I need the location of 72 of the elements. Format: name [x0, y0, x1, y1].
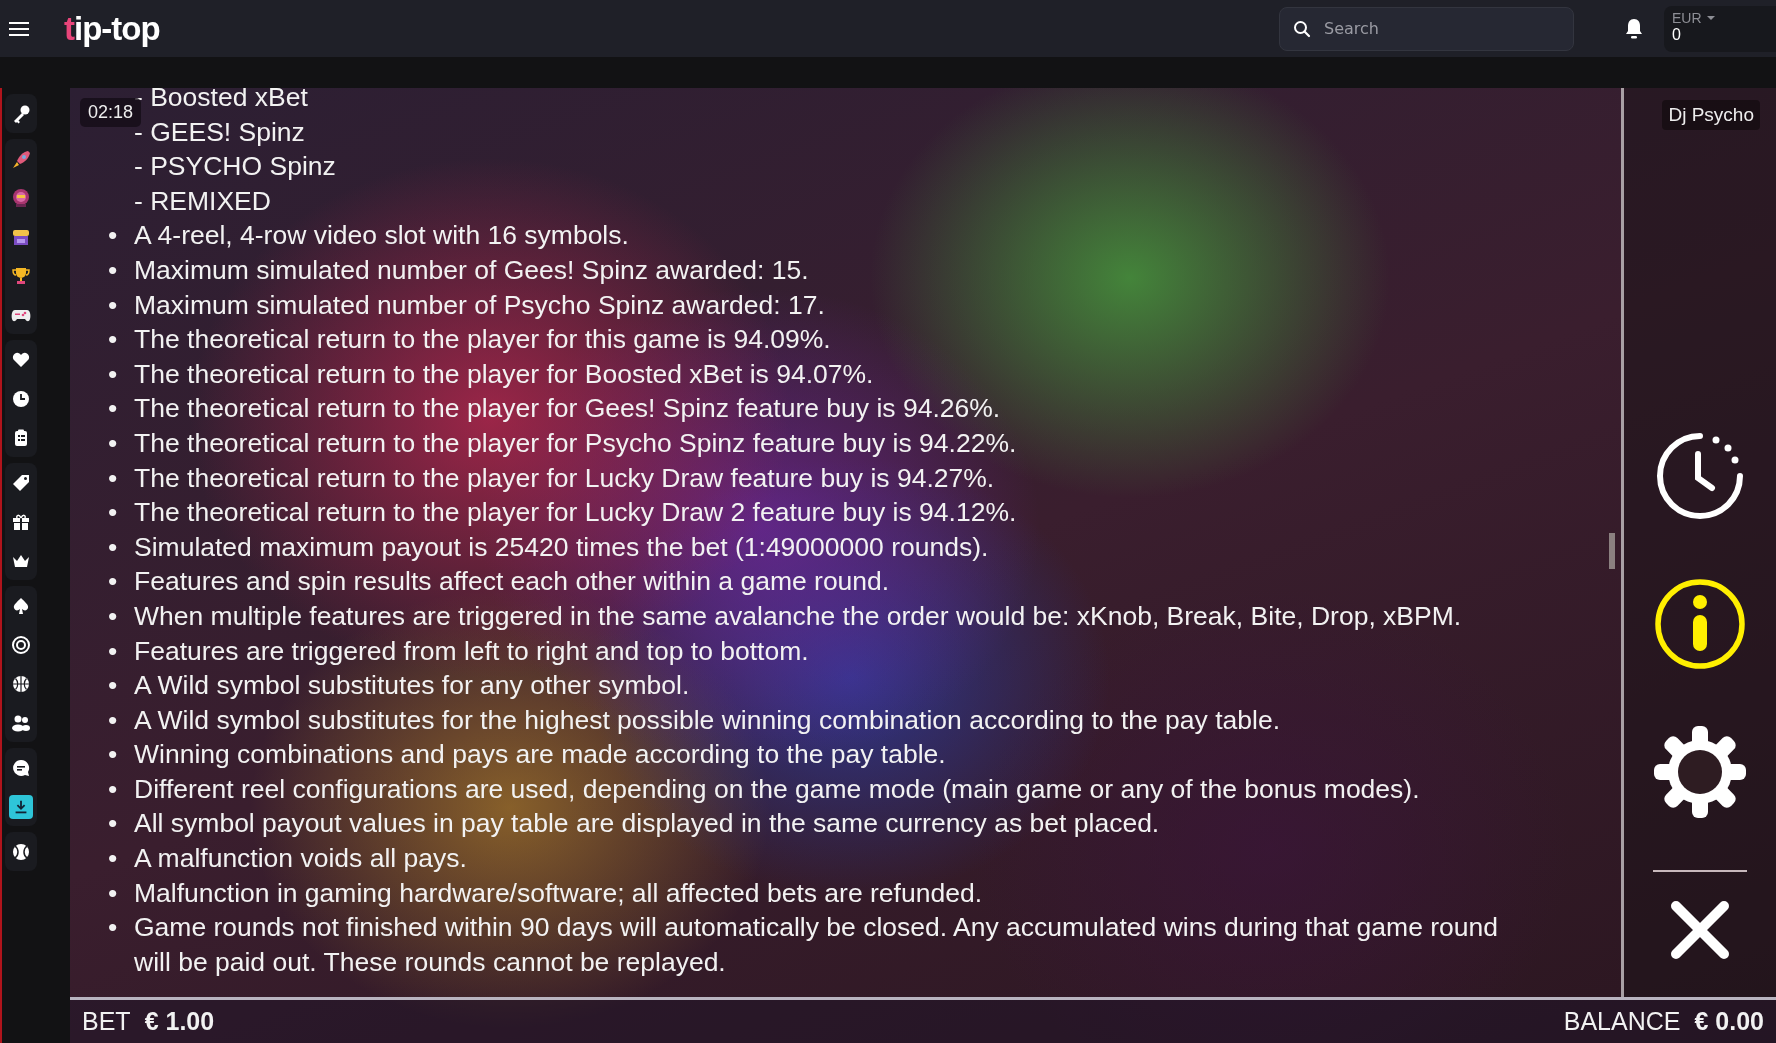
- rule-text: Maximum simulated number of Gees! Spinz awarded: 15.: [134, 253, 809, 287]
- bell-icon[interactable]: [1624, 17, 1644, 40]
- caret-icon: [1706, 15, 1715, 20]
- logo[interactable]: tip-top: [64, 9, 160, 48]
- rule-text: The theoretical return to the player for Lucky Draw feature buy is 94.27%.: [134, 461, 995, 495]
- bet-value: € 1.00: [144, 1007, 215, 1036]
- bullet: •: [107, 357, 119, 391]
- spade-icon[interactable]: [11, 595, 31, 616]
- download-button[interactable]: [9, 794, 33, 819]
- rule-text: Different reel configurations are used, depending on the game mode (main game or any of the bonus modes).: [134, 772, 1420, 806]
- info-icon[interactable]: [1654, 578, 1746, 670]
- rule-text: Game rounds not finished within 90 days will automatically be closed. Any accumulated wins during that game round will be paid out. These rounds cannot be replayed.: [134, 911, 1500, 979]
- mode-item: - GEES! Spinz: [134, 115, 305, 149]
- rule-text: All symbol payout values in pay table are displayed in the same currency as bet placed.: [134, 807, 1160, 841]
- rule-text: The theoretical return to the player for Psycho Spinz feature buy is 94.22%.: [134, 426, 1017, 460]
- bullet: •: [107, 323, 119, 357]
- history-icon[interactable]: [1654, 430, 1746, 522]
- bullet: •: [107, 772, 119, 806]
- bullet: •: [107, 530, 119, 564]
- tag-icon[interactable]: [11, 472, 31, 493]
- search-field[interactable]: Search: [1279, 6, 1574, 51]
- bullet: •: [107, 876, 119, 910]
- bullet: •: [107, 219, 119, 253]
- mode-item: - PSYCHO Spinz: [134, 150, 336, 184]
- bullet: •: [107, 392, 119, 426]
- rule-text: Maximum simulated number of Psycho Spinz awarded: 17.: [134, 288, 825, 322]
- balance-value: 0: [1672, 25, 1682, 44]
- game-title: Dj Psycho: [1662, 100, 1760, 130]
- rule-text: The theoretical return to the player for Lucky Draw 2 feature buy is 94.12%.: [134, 496, 1017, 530]
- trophy-icon[interactable]: [11, 265, 31, 286]
- bullet: •: [107, 842, 119, 876]
- bullet: •: [107, 426, 119, 460]
- bullet: •: [107, 599, 119, 633]
- rule-text: A Wild symbol substitutes for any other symbol.: [134, 669, 690, 703]
- rule-text: Malfunction in gaming hardware/software; all affected bets are refunded.: [134, 876, 982, 910]
- rule-text: A Wild symbol substitutes for the highest possible winning combination according to the pay table.: [134, 703, 1281, 737]
- rule-text: Features are triggered from left to right and top to bottom.: [134, 634, 809, 668]
- rule-text: The theoretical return to the player for this game is 94.09%.: [134, 323, 831, 357]
- rule-text: Features and spin results affect each other within a game round.: [134, 565, 890, 599]
- rule-text: Simulated maximum payout is 25420 times the bet (1:49000000 rounds).: [134, 530, 989, 564]
- bullet: •: [107, 461, 119, 495]
- bullet: •: [107, 288, 119, 322]
- wallet-panel[interactable]: EUR 0: [1664, 5, 1776, 52]
- balance-value: € 0.00: [1694, 1007, 1764, 1036]
- rocket-icon[interactable]: [11, 148, 31, 169]
- tennis-ball-icon[interactable]: [11, 841, 31, 862]
- bullet: •: [107, 253, 119, 287]
- bullet: •: [107, 738, 119, 772]
- bullet: •: [107, 565, 119, 599]
- chip-icon[interactable]: [11, 634, 31, 655]
- rule-text: Winning combinations and pays are made according to the pay table.: [134, 738, 946, 772]
- rule-text: The theoretical return to the player for Gees! Spinz feature buy is 94.26%.: [134, 392, 1001, 426]
- bullet: •: [107, 703, 119, 737]
- bet-label: BET: [82, 1007, 131, 1036]
- basketball-icon[interactable]: [11, 673, 31, 694]
- bullet: •: [107, 669, 119, 703]
- bullet: •: [107, 634, 119, 668]
- rule-text: A 4-reel, 4-row video slot with 16 symbols.: [134, 219, 629, 253]
- balance-label: BALANCE: [1563, 1007, 1681, 1036]
- rule-text: The theoretical return to the player for Boosted xBet is 94.07%.: [134, 357, 874, 391]
- close-icon[interactable]: [1670, 900, 1730, 960]
- clock-icon[interactable]: [11, 388, 31, 409]
- currency-label: EUR: [1672, 9, 1702, 26]
- mode-item: - REMIXED: [134, 184, 271, 218]
- rule-text: A malfunction voids all pays.: [134, 842, 467, 876]
- bullet: •: [107, 807, 119, 841]
- bullet: •: [107, 911, 119, 945]
- bullet: •: [107, 496, 119, 530]
- scrollbar-thumb[interactable]: [1609, 533, 1615, 569]
- chat-icon[interactable]: [11, 757, 31, 778]
- settings-icon[interactable]: [1654, 726, 1746, 818]
- rule-text: When multiple features are triggered in the same avalanche the order would be: xKnob, Break, Bite, Drop, xBPM.: [134, 599, 1462, 633]
